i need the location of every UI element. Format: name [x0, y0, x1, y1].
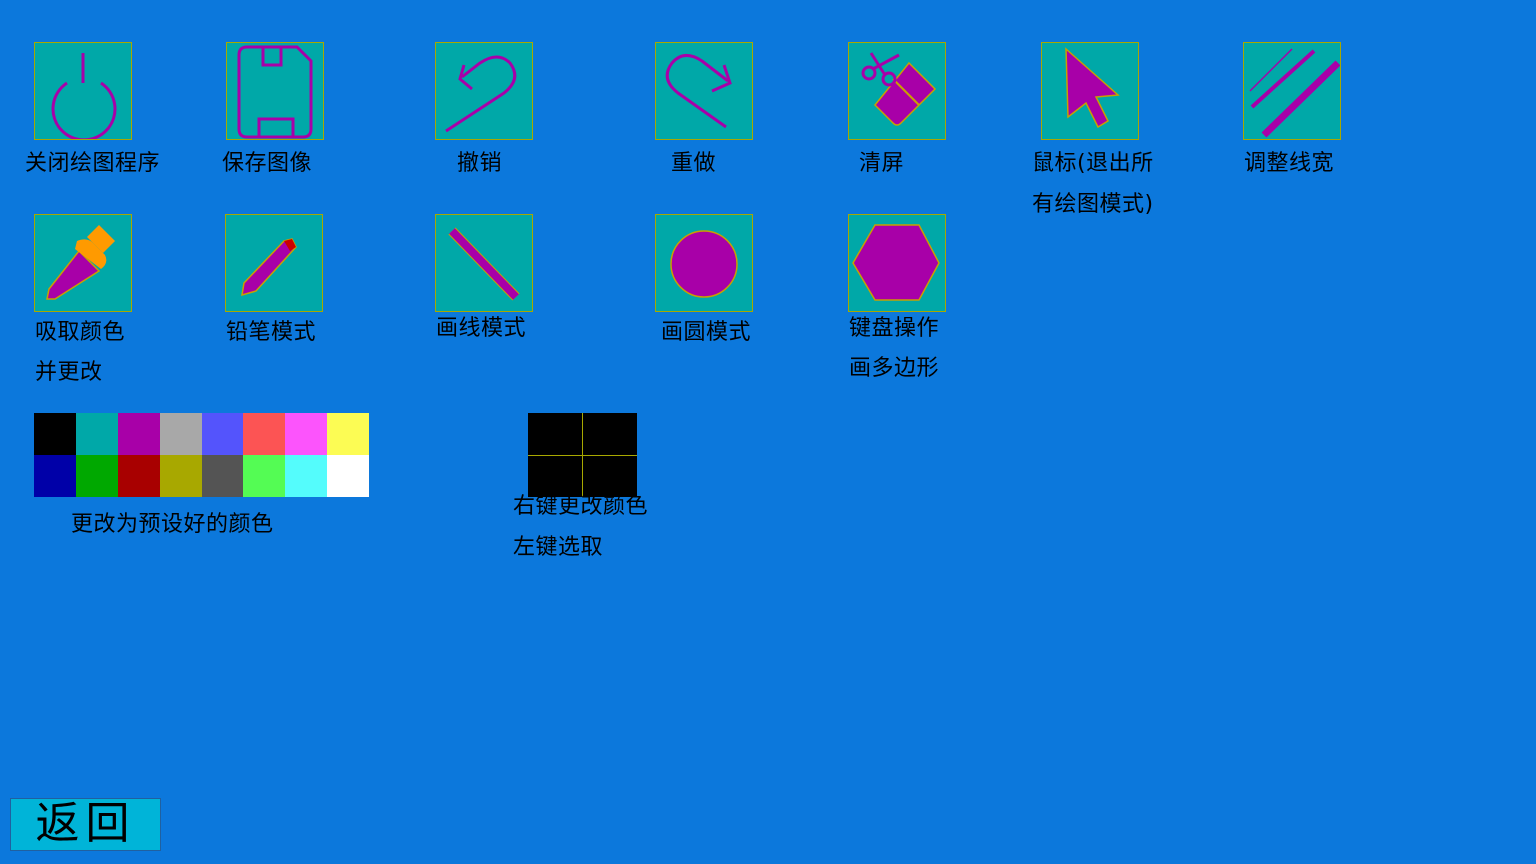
save-image-label: 保存图像	[222, 151, 313, 176]
clear-screen-icon	[861, 52, 937, 126]
mouse-mode-button[interactable]	[1041, 42, 1139, 140]
undo-icon	[445, 55, 517, 133]
redo-label: 重做	[671, 151, 717, 176]
line-mode-button[interactable]	[435, 214, 533, 312]
clear-screen-label: 清屏	[859, 151, 905, 176]
hexagon-icon	[852, 224, 940, 301]
line-width-button[interactable]	[1243, 42, 1341, 140]
palette-swatch[interactable]	[243, 455, 286, 497]
circle-mode-label: 画圆模式	[661, 320, 752, 345]
polygon-mode-label-line2: 画多边形	[849, 356, 940, 381]
eyedropper-label-line2: 并更改	[35, 360, 103, 385]
palette-swatch[interactable]	[34, 413, 76, 455]
preset-color-palette	[34, 413, 369, 497]
custom-color-swatch[interactable]	[528, 413, 582, 455]
circle-mode-button[interactable]	[655, 214, 753, 312]
palette-swatch[interactable]	[75, 455, 118, 497]
close-program-button[interactable]	[34, 42, 132, 140]
palette-swatch[interactable]	[34, 455, 76, 497]
palette-swatch[interactable]	[201, 455, 244, 497]
redo-icon	[665, 54, 732, 129]
line-icon	[448, 227, 520, 301]
undo-button[interactable]	[435, 42, 533, 140]
polygon-mode-label: 键盘操作	[849, 316, 940, 341]
eyedropper-icon	[46, 225, 115, 300]
palette-swatch[interactable]	[285, 455, 328, 497]
line-width-icon	[1249, 48, 1340, 138]
palette-swatch[interactable]	[285, 413, 328, 455]
close-program-label: 关闭绘图程序	[25, 151, 161, 176]
pencil-icon	[241, 238, 297, 297]
palette-swatch[interactable]	[75, 413, 118, 455]
palette-swatch[interactable]	[327, 455, 369, 497]
palette-swatch[interactable]	[117, 455, 160, 497]
polygon-mode-button[interactable]	[848, 214, 946, 312]
save-icon	[237, 45, 313, 139]
pencil-mode-button[interactable]	[225, 214, 323, 312]
circle-icon	[670, 230, 738, 298]
palette-swatch[interactable]	[159, 413, 202, 455]
mouse-mode-label-line2: 有绘图模式)	[1032, 192, 1154, 217]
cursor-icon	[1065, 47, 1120, 129]
undo-label: 撤销	[457, 151, 503, 176]
custom-color-label: 右键更改颜色	[513, 494, 649, 519]
redo-button[interactable]	[655, 42, 753, 140]
palette-swatch[interactable]	[243, 413, 286, 455]
custom-color-label-line2: 左键选取	[513, 535, 604, 560]
palette-swatch[interactable]	[159, 455, 202, 497]
pencil-mode-label: 铅笔模式	[226, 320, 317, 345]
mouse-mode-label: 鼠标(退出所	[1032, 151, 1154, 176]
power-icon	[51, 53, 117, 139]
save-image-button[interactable]	[226, 42, 324, 140]
back-button[interactable]: 返回	[10, 798, 161, 851]
palette-swatch[interactable]	[327, 413, 369, 455]
palette-swatch[interactable]	[201, 413, 244, 455]
palette-label: 更改为预设好的颜色	[71, 512, 274, 537]
clear-screen-button[interactable]	[848, 42, 946, 140]
eyedropper-button[interactable]	[34, 214, 132, 312]
palette-swatch[interactable]	[117, 413, 160, 455]
custom-color-swatch[interactable]	[583, 413, 637, 455]
eyedropper-label: 吸取颜色	[35, 320, 126, 345]
line-width-label: 调整线宽	[1244, 151, 1335, 176]
line-mode-label: 画线模式	[436, 316, 527, 341]
custom-color-slots	[528, 413, 637, 497]
